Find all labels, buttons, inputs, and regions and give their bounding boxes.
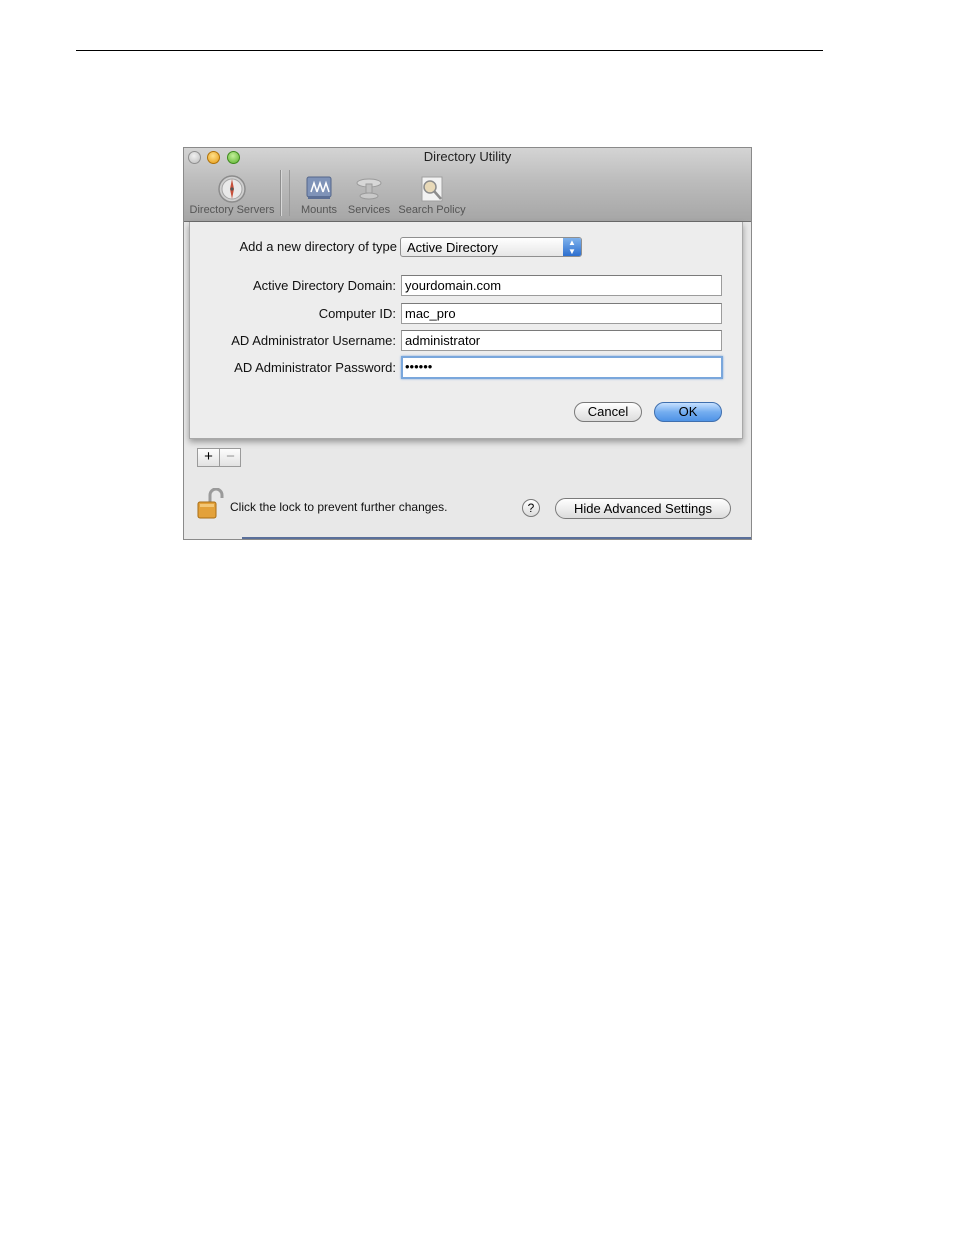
directory-utility-window: Directory Utility Directory Servers Moun… <box>183 147 752 540</box>
lock-status-text: Click the lock to prevent further change… <box>230 500 448 514</box>
background-window-edge <box>242 537 751 539</box>
directory-type-popup[interactable]: Active Directory ▲ ▼ <box>400 237 582 257</box>
add-remove-control: + − <box>197 448 241 467</box>
domain-label: Active Directory Domain: <box>252 278 396 293</box>
toolbar-item-label: Services <box>347 204 391 216</box>
window-title: Directory Utility <box>423 149 512 164</box>
add-directory-sheet: Add a new directory of type Active Direc… <box>189 222 743 439</box>
hide-advanced-settings-button[interactable]: Hide Advanced Settings <box>555 498 731 519</box>
toolbar-item-label: Directory Servers <box>189 204 275 216</box>
services-icon <box>356 178 382 200</box>
computer-id-field[interactable]: mac_pro <box>401 303 722 324</box>
toolbar-item-label: Mounts <box>300 204 338 216</box>
ok-button[interactable]: OK <box>654 402 722 422</box>
admin-username-label: AD Administrator Username: <box>231 333 396 348</box>
directory-type-value: Active Directory <box>407 240 499 255</box>
admin-username-field[interactable]: administrator <box>401 330 722 351</box>
mounts-icon <box>306 176 332 199</box>
cancel-button[interactable]: Cancel <box>574 402 642 422</box>
computer-id-label: Computer ID: <box>318 306 396 321</box>
add-button[interactable]: + <box>198 449 219 466</box>
toolbar-separator <box>280 170 281 216</box>
search-policy-icon <box>421 176 443 202</box>
domain-field[interactable]: yourdomain.com <box>401 275 722 296</box>
directory-type-label: Add a new directory of type <box>239 239 397 254</box>
toolbar-item-label: Search Policy <box>398 204 466 216</box>
unlocked-lock-icon[interactable] <box>196 488 224 520</box>
toolbar-separator <box>289 170 290 216</box>
page-top-rule <box>76 50 823 51</box>
help-button[interactable]: ? <box>522 499 540 517</box>
admin-password-field[interactable]: •••••• <box>401 356 723 379</box>
toolbar: Directory Utility Directory Servers Moun… <box>184 148 751 222</box>
updown-arrows-icon: ▲ ▼ <box>563 238 581 256</box>
admin-password-label: AD Administrator Password: <box>234 360 396 375</box>
compass-icon <box>218 175 246 203</box>
remove-button[interactable]: − <box>220 449 241 466</box>
